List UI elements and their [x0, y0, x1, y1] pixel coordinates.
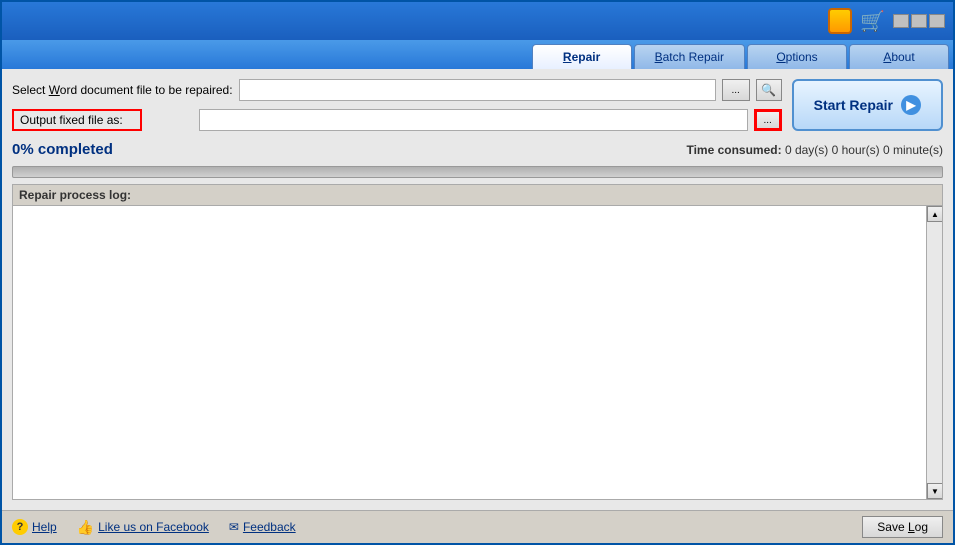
- tab-batch-repair[interactable]: Batch Repair: [634, 44, 745, 69]
- output-browse-button[interactable]: ...: [754, 109, 782, 131]
- select-search-button[interactable]: 🔍: [756, 79, 782, 101]
- title-bar: 🛒: [2, 2, 953, 40]
- progress-bar: [12, 166, 943, 178]
- main-window: 🛒 Repair Batch Repair Options About: [0, 0, 955, 545]
- help-item[interactable]: ? Help: [12, 519, 57, 535]
- output-file-row: Output fixed file as:...: [12, 109, 782, 131]
- output-file-label: Output fixed file as:: [12, 109, 142, 131]
- main-content: Select Word document file to be repaired…: [2, 69, 953, 510]
- facebook-icon: 👍: [77, 519, 94, 536]
- fields-area: Select Word document file to be repaired…: [12, 79, 782, 131]
- scroll-track: [927, 222, 942, 483]
- progress-text: 0% completed: [12, 141, 113, 158]
- start-repair-label: Start Repair: [814, 97, 893, 113]
- shopping-cart-icon: 🛒: [860, 9, 885, 34]
- log-section: Repair process log:▲▼: [12, 184, 943, 500]
- minimize-button[interactable]: [893, 14, 909, 28]
- facebook-item[interactable]: 👍 Like us on Facebook: [77, 519, 209, 536]
- feedback-icon: ✉: [229, 520, 239, 534]
- tab-options[interactable]: Options: [747, 44, 847, 69]
- log-body: ▲▼: [13, 206, 942, 499]
- buy-now-button[interactable]: [828, 8, 852, 34]
- header-section: Repair Batch Repair Options About: [2, 40, 953, 69]
- save-log-button[interactable]: Save Log: [862, 516, 943, 538]
- top-area: Select Word document file to be repaired…: [12, 79, 943, 131]
- window-controls: [893, 14, 945, 28]
- help-icon: ?: [12, 519, 28, 535]
- facebook-label: Like us on Facebook: [98, 520, 209, 534]
- tab-repair-underline: R: [563, 50, 572, 64]
- scroll-up-button[interactable]: ▲: [927, 206, 942, 222]
- tab-batch-repair-underline: B: [655, 50, 663, 64]
- select-file-row: Select Word document file to be repaired…: [12, 79, 782, 101]
- progress-row: 0% completed Time consumed: 0 day(s) 0 ho…: [12, 137, 943, 160]
- time-consumed: Time consumed: 0 day(s) 0 hour(s) 0 minu…: [686, 143, 943, 157]
- output-file-input[interactable]: [199, 109, 748, 131]
- start-repair-button[interactable]: Start Repair ▶: [792, 79, 943, 131]
- scroll-down-button[interactable]: ▼: [927, 483, 942, 499]
- buy-now-area: 🛒: [828, 8, 945, 34]
- tab-about[interactable]: About: [849, 44, 949, 69]
- log-scrollbar: ▲▼: [926, 206, 942, 499]
- close-button[interactable]: [929, 14, 945, 28]
- feedback-item[interactable]: ✉ Feedback: [229, 520, 296, 534]
- feedback-label: Feedback: [243, 520, 296, 534]
- maximize-button[interactable]: [911, 14, 927, 28]
- select-file-label: Select Word document file to be repaired…: [12, 83, 233, 97]
- log-header: Repair process log:: [13, 185, 942, 206]
- tab-bar: Repair Batch Repair Options About: [2, 44, 953, 69]
- status-bar: ? Help 👍 Like us on Facebook ✉ Feedback Save L…: [2, 510, 953, 543]
- help-label: Help: [32, 520, 57, 534]
- status-bar-left: ? Help 👍 Like us on Facebook ✉ Feedback: [12, 519, 296, 536]
- tab-repair[interactable]: Repair: [532, 44, 632, 69]
- select-browse-button[interactable]: ...: [722, 79, 750, 101]
- tab-options-underline: O: [776, 50, 785, 64]
- start-repair-arrow-icon: ▶: [901, 95, 921, 115]
- select-file-input[interactable]: [239, 79, 716, 101]
